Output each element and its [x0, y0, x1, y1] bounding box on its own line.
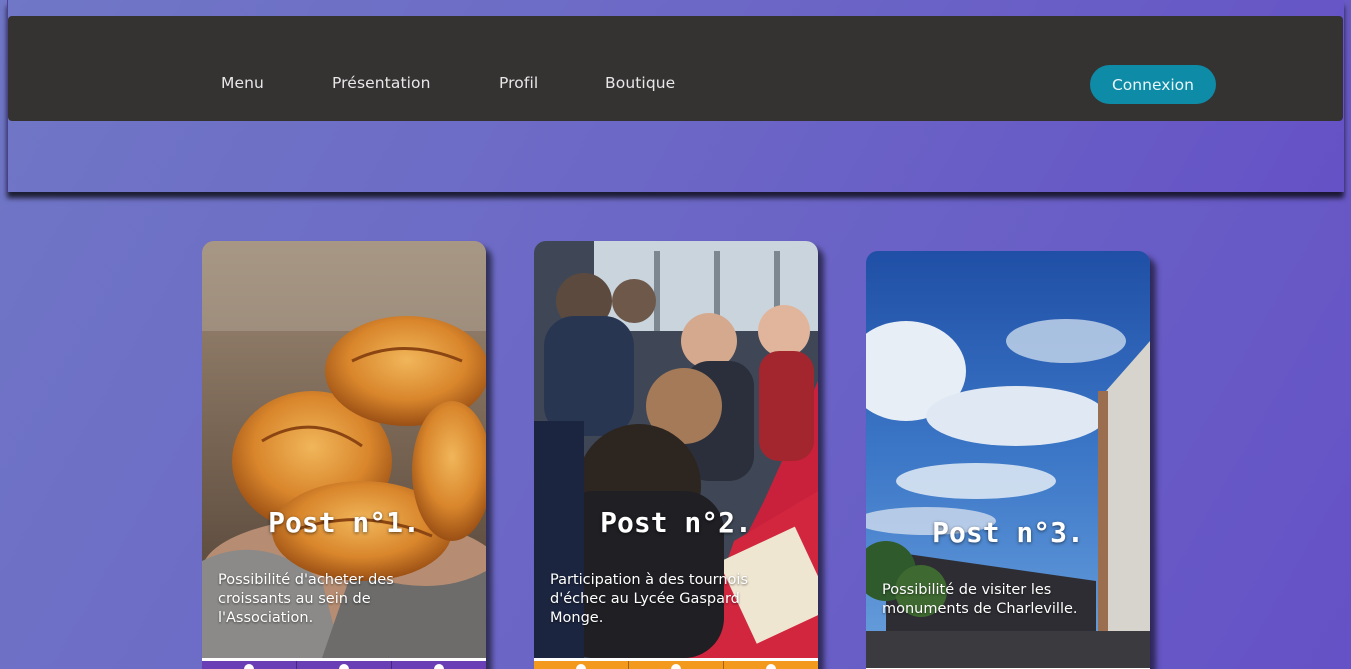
login-button[interactable]: Connexion	[1090, 65, 1216, 104]
post-card-3[interactable]: Post n°3. Possibilité de visiter les mon…	[866, 251, 1150, 669]
comment-action[interactable]	[297, 661, 392, 669]
post-description: Possibilité de visiter les monuments de …	[882, 582, 1078, 617]
share-action[interactable]	[724, 661, 818, 669]
post-actions	[534, 658, 818, 669]
heart-icon	[244, 664, 254, 669]
nav-menu[interactable]: Menu	[221, 74, 264, 92]
post-actions	[202, 658, 486, 669]
nav-profil[interactable]: Profil	[499, 74, 538, 92]
nav-presentation[interactable]: Présentation	[332, 74, 431, 92]
share-icon	[434, 664, 444, 669]
post-title: Post n°2.	[600, 506, 752, 539]
nav-boutique[interactable]: Boutique	[605, 74, 675, 92]
share-action[interactable]	[392, 661, 486, 669]
comment-action[interactable]	[629, 661, 724, 669]
post-card-2[interactable]: Post n°2. Participation à des tournois d…	[534, 241, 818, 669]
like-action[interactable]	[534, 661, 629, 669]
heart-icon	[576, 664, 586, 669]
top-navbar: Menu Présentation Profil Boutique Connex…	[8, 16, 1343, 121]
post-card-1[interactable]: Post n°1. Possibilité d'acheter des croi…	[202, 241, 486, 669]
like-action[interactable]	[202, 661, 297, 669]
share-icon	[766, 664, 776, 669]
post-title: Post n°1.	[268, 506, 420, 539]
comment-icon	[671, 664, 681, 669]
post-title: Post n°3.	[932, 516, 1084, 549]
post-description: Possibilité d'acheter des croissants au …	[218, 572, 394, 626]
post-description: Participation à des tournois d'échec au …	[550, 572, 749, 626]
comment-icon	[339, 664, 349, 669]
